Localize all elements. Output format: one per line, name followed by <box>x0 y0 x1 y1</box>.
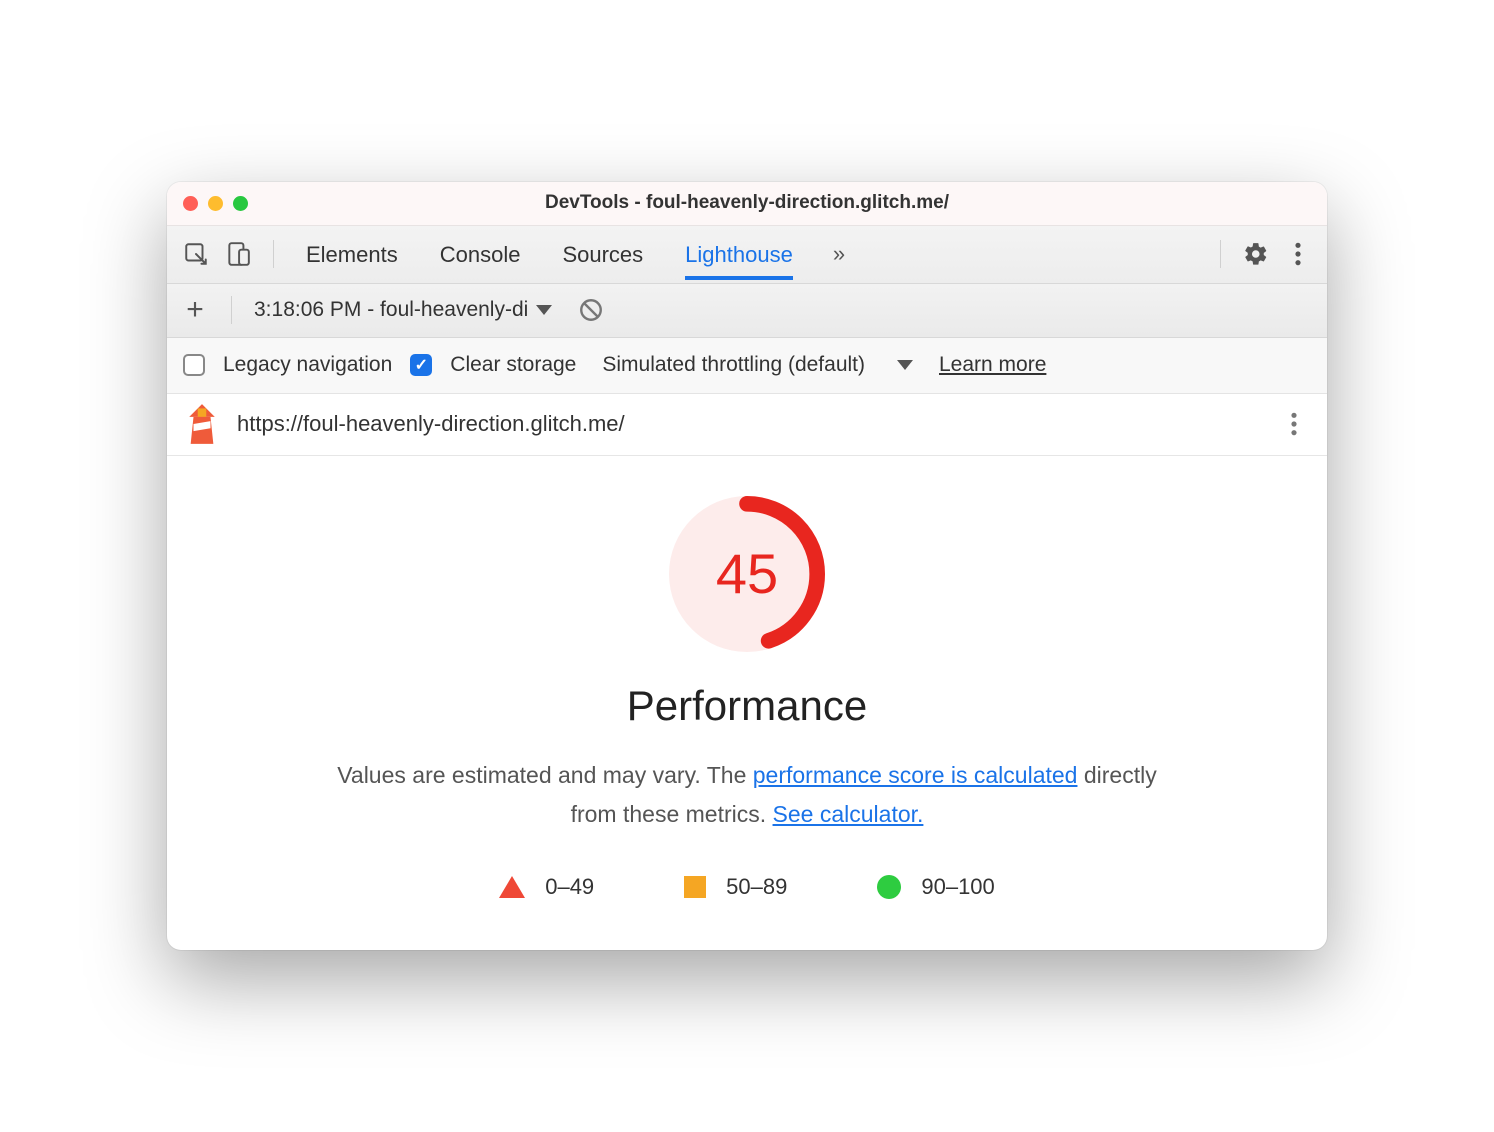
circle-green-icon <box>877 875 901 899</box>
legend-average: 50–89 <box>684 874 787 900</box>
more-tabs-icon[interactable]: » <box>833 241 845 267</box>
legend-average-range: 50–89 <box>726 874 787 900</box>
tab-sources[interactable]: Sources <box>562 228 643 280</box>
tab-elements[interactable]: Elements <box>306 228 398 280</box>
throttling-label: Simulated throttling (default) <box>602 353 865 377</box>
settings-gear-icon[interactable] <box>1241 239 1271 269</box>
score-calc-link[interactable]: performance score is calculated <box>753 762 1078 788</box>
clear-icon[interactable] <box>576 295 606 325</box>
window-minimize-button[interactable] <box>208 196 223 211</box>
report-select[interactable]: 3:18:06 PM - foul-heavenly-di <box>254 298 552 322</box>
separator <box>273 240 274 268</box>
score-description: Values are estimated and may vary. The p… <box>317 756 1177 834</box>
lighthouse-toolbar: + 3:18:06 PM - foul-heavenly-di <box>167 284 1327 338</box>
clear-storage-checkbox[interactable] <box>410 354 432 376</box>
inspect-element-icon[interactable] <box>181 239 211 269</box>
legend-fail-range: 0–49 <box>545 874 594 900</box>
devtools-window: DevTools - foul-heavenly-direction.glitc… <box>167 182 1327 950</box>
window-maximize-button[interactable] <box>233 196 248 211</box>
score-legend: 0–49 50–89 90–100 <box>197 874 1297 900</box>
traffic-lights <box>183 196 248 211</box>
report-url-row: https://foul-heavenly-direction.glitch.m… <box>167 394 1327 456</box>
square-orange-icon <box>684 876 706 898</box>
legend-pass-range: 90–100 <box>921 874 994 900</box>
separator <box>1220 240 1221 268</box>
kebab-menu-icon[interactable] <box>1283 239 1313 269</box>
tab-strip: Elements Console Sources Lighthouse » <box>167 226 1327 284</box>
see-calculator-link[interactable]: See calculator. <box>773 801 924 827</box>
throttling-dropdown-icon[interactable] <box>897 360 913 370</box>
window-close-button[interactable] <box>183 196 198 211</box>
lighthouse-report: 45 Performance Values are estimated and … <box>167 456 1327 950</box>
triangle-red-icon <box>499 876 525 898</box>
report-select-label: 3:18:06 PM - foul-heavenly-di <box>254 298 528 322</box>
category-title: Performance <box>197 682 1297 730</box>
learn-more-link[interactable]: Learn more <box>939 353 1046 377</box>
new-report-button[interactable]: + <box>181 293 209 327</box>
report-url: https://foul-heavenly-direction.glitch.m… <box>237 411 625 437</box>
report-menu-icon[interactable] <box>1279 409 1309 439</box>
window-title: DevTools - foul-heavenly-direction.glitc… <box>167 192 1327 214</box>
legend-fail: 0–49 <box>499 874 594 900</box>
separator <box>231 296 232 324</box>
legend-pass: 90–100 <box>877 874 994 900</box>
performance-score: 45 <box>669 496 825 652</box>
dropdown-triangle-icon <box>536 305 552 315</box>
lighthouse-logo-icon <box>185 404 219 444</box>
tab-lighthouse[interactable]: Lighthouse <box>685 228 793 280</box>
legacy-navigation-checkbox[interactable] <box>183 354 205 376</box>
tabs: Elements Console Sources Lighthouse <box>306 228 793 280</box>
tab-console[interactable]: Console <box>440 228 521 280</box>
legacy-navigation-label: Legacy navigation <box>223 353 392 377</box>
performance-gauge: 45 <box>669 496 825 652</box>
lighthouse-options: Legacy navigation Clear storage Simulate… <box>167 338 1327 394</box>
desc-text-1: Values are estimated and may vary. The <box>337 762 752 788</box>
clear-storage-label: Clear storage <box>450 353 576 377</box>
device-toggle-icon[interactable] <box>223 239 253 269</box>
title-bar: DevTools - foul-heavenly-direction.glitc… <box>167 182 1327 226</box>
